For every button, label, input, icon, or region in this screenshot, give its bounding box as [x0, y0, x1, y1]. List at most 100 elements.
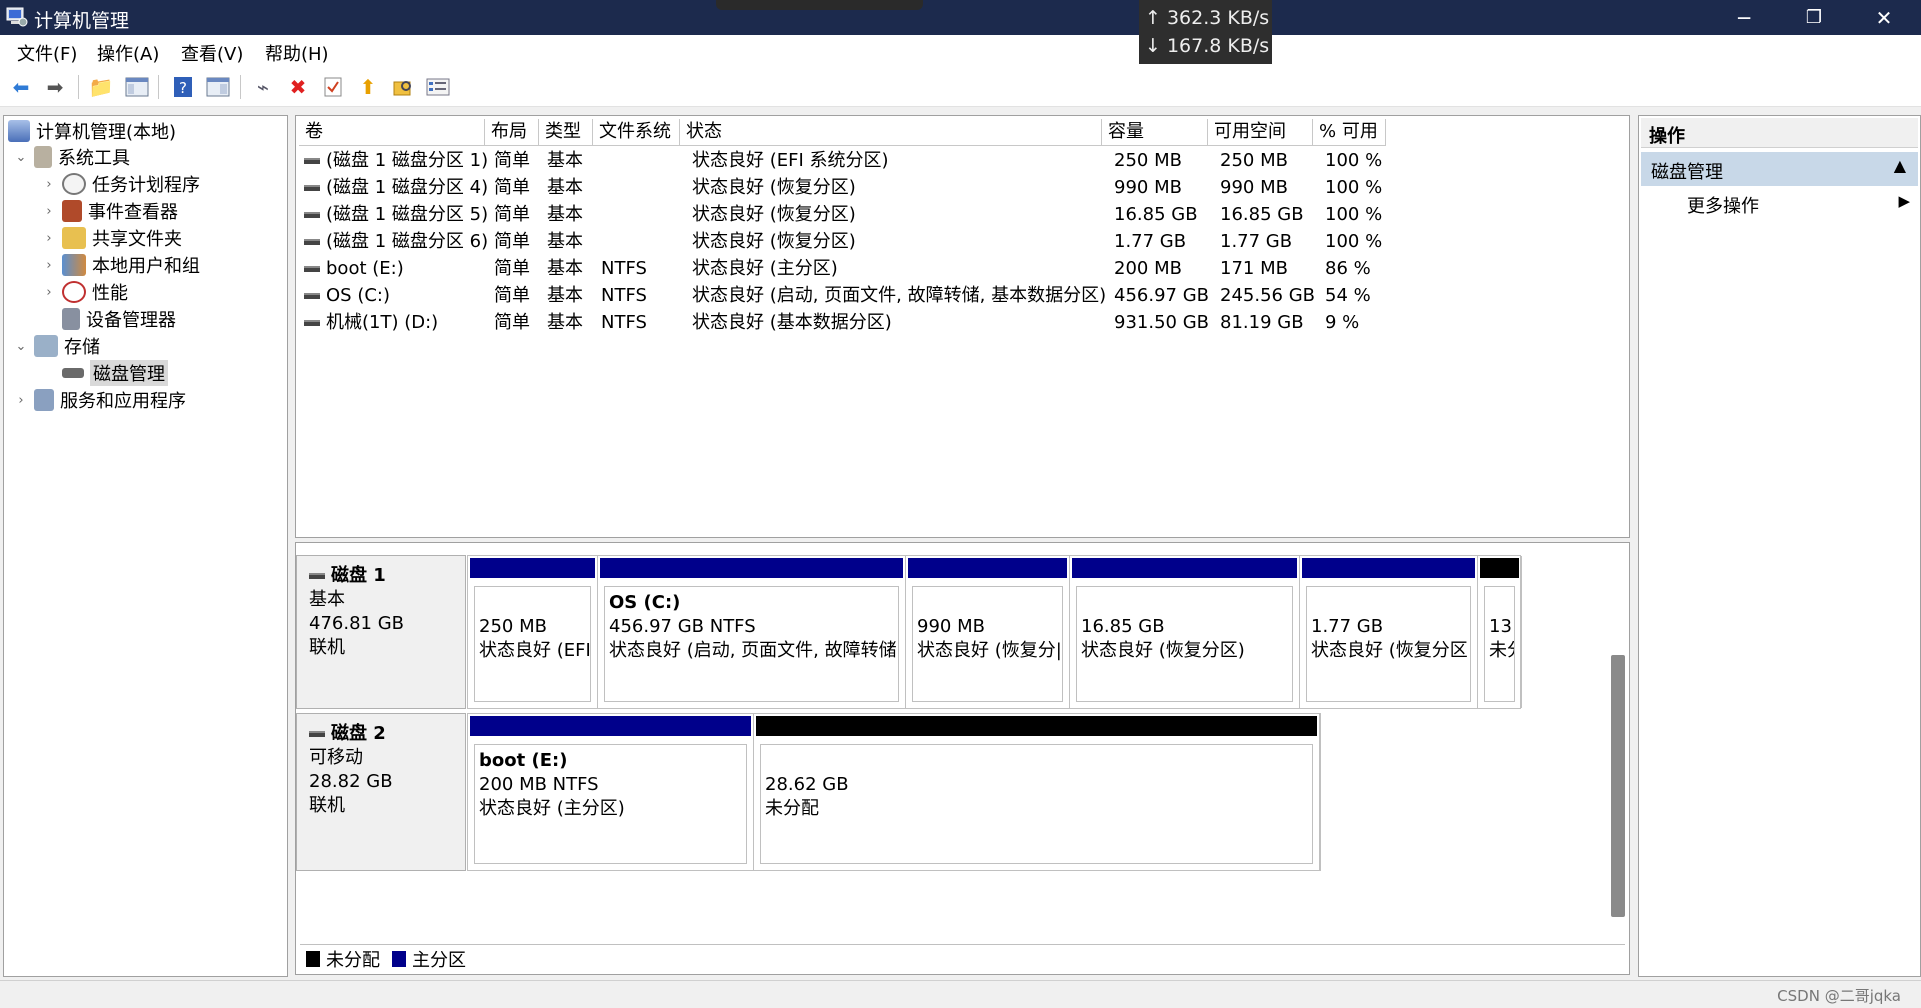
- partition-title: boot (E:): [479, 750, 568, 771]
- volume-row[interactable]: OS (C:) 简单 基本 NTFS 状态良好 (启动, 页面文件, 故障转储, 基本数…: [296, 282, 1626, 309]
- tree-disk-management[interactable]: 磁盘管理: [62, 360, 168, 386]
- column-header-volume[interactable]: 卷: [299, 119, 485, 146]
- legend: 未分配 主分区: [300, 944, 1625, 972]
- properties-icon[interactable]: [425, 74, 451, 100]
- volume-cell-text: 86 %: [1325, 258, 1371, 279]
- up-folder-icon[interactable]: 📁: [88, 74, 114, 100]
- folder-arrow-icon[interactable]: ⬆: [355, 74, 381, 100]
- tree-root[interactable]: 计算机管理(本地): [8, 118, 176, 144]
- column-header-status[interactable]: 状态: [680, 119, 1102, 146]
- tree-event-viewer[interactable]: › 事件查看器: [42, 198, 178, 224]
- volume-row[interactable]: (磁盘 1 磁盘分区 6) 简单 基本 状态良好 (恢复分区) 1.77 GB 1.77 …: [296, 228, 1626, 255]
- more-actions[interactable]: 更多操作: [1687, 192, 1759, 218]
- volume-cell: 100 %: [1325, 147, 1382, 174]
- shared-folder-icon: [62, 227, 86, 249]
- menu-file[interactable]: 文件(F): [17, 40, 77, 66]
- disk1-partition[interactable]: 250 MB 状态良好 (EFI: [468, 556, 598, 708]
- status-bar: CSDN @二哥jqka: [0, 980, 1921, 1008]
- tree-local-users[interactable]: › 本地用户和组: [42, 252, 200, 278]
- tree-device-manager[interactable]: 设备管理器: [62, 306, 176, 332]
- volume-row[interactable]: (磁盘 1 磁盘分区 1) 简单 基本 状态良好 (EFI 系统分区) 250 MB 25…: [296, 147, 1626, 174]
- disk1-info[interactable]: 磁盘 1 基本 476.81 GB 联机: [296, 555, 466, 709]
- tree-shared-folders[interactable]: › 共享文件夹: [42, 225, 182, 251]
- chevron-right-icon[interactable]: ›: [42, 204, 56, 219]
- partition-line1: 16.85 GB: [1081, 616, 1165, 637]
- volume-row[interactable]: 机械(1T) (D:) 简单 基本 NTFS 状态良好 (基本数据分区) 931.50 G…: [296, 309, 1626, 336]
- performance-icon: [62, 281, 86, 303]
- volume-cell-text: 931.50 GB: [1114, 312, 1210, 333]
- chevron-down-icon[interactable]: ⌄: [14, 339, 28, 354]
- volume-cell: 简单: [494, 228, 530, 255]
- partition-line2: 状态良好 (启动, 页面文件, 故障转储,: [609, 640, 899, 661]
- restore-icon: ❐: [1805, 7, 1823, 28]
- volume-cell: 简单: [494, 282, 530, 309]
- chevron-right-icon[interactable]: ›: [42, 231, 56, 246]
- chevron-right-icon[interactable]: ›: [42, 285, 56, 300]
- partition-bar: [908, 558, 1067, 578]
- disk1-partition[interactable]: 13 M 未分ā: [1478, 556, 1522, 708]
- disk2-info[interactable]: 磁盘 2 可移动 28.82 GB 联机: [296, 713, 466, 871]
- search-folder-icon[interactable]: [390, 74, 416, 100]
- volume-cell-text: boot (E:): [326, 258, 404, 279]
- volume-row[interactable]: (磁盘 1 磁盘分区 4) 简单 基本 状态良好 (恢复分区) 990 MB 990 MB…: [296, 174, 1626, 201]
- tree-label: 服务和应用程序: [60, 391, 186, 412]
- tree-system-tools[interactable]: ⌄ 系统工具: [14, 144, 130, 170]
- chevron-down-icon[interactable]: ⌄: [14, 150, 28, 165]
- chevron-right-icon[interactable]: ›: [42, 258, 56, 273]
- volume-cell: 状态良好 (主分区): [692, 255, 838, 282]
- disk1-partition[interactable]: 16.85 GB 状态良好 (恢复分区): [1070, 556, 1300, 708]
- connect-icon[interactable]: ⌁: [250, 74, 276, 100]
- toolbar-separator: [158, 75, 159, 99]
- maximize-button[interactable]: ❐: [1784, 0, 1844, 35]
- disk-graphical-view: 磁盘 1 基本 476.81 GB 联机 250 MB 状态良好 (EFI OS (…: [295, 542, 1630, 975]
- minimize-button[interactable]: ─: [1714, 0, 1774, 35]
- volume-row[interactable]: boot (E:) 简单 基本 NTFS 状态良好 (主分区) 200 MB 171 MB 8…: [296, 255, 1626, 282]
- disk1-partition[interactable]: 1.77 GB 状态良好 (恢复分区: [1300, 556, 1478, 708]
- actions-section-disk-management[interactable]: 磁盘管理 ▲: [1641, 152, 1918, 186]
- submenu-arrow-icon[interactable]: ▶: [1898, 192, 1910, 210]
- volume-cell-text: NTFS: [601, 258, 647, 279]
- disk2-partition[interactable]: 28.62 GB 未分配: [754, 714, 1320, 870]
- volume-cell: NTFS: [601, 282, 647, 309]
- volume-cell-text: 1.77 GB: [1220, 231, 1293, 252]
- back-icon[interactable]: ⬅: [8, 74, 34, 100]
- column-header-type[interactable]: 类型: [539, 119, 593, 146]
- forward-icon[interactable]: ➡: [42, 74, 68, 100]
- column-header-capacity[interactable]: 容量: [1102, 119, 1208, 146]
- column-header-percent[interactable]: % 可用: [1313, 119, 1386, 146]
- partition-title: [1311, 591, 1466, 615]
- delete-icon[interactable]: ✖: [285, 74, 311, 100]
- menu-help[interactable]: 帮助(H): [265, 40, 329, 66]
- check-icon[interactable]: [320, 74, 346, 100]
- collapse-up-icon[interactable]: ▲: [1894, 156, 1906, 175]
- volume-cell: 简单: [494, 309, 530, 336]
- chevron-right-icon[interactable]: ›: [14, 393, 28, 408]
- volume-cell: 简单: [494, 255, 530, 282]
- volume-cell: 245.56 GB: [1220, 282, 1315, 309]
- column-header-filesystem[interactable]: 文件系统: [593, 119, 680, 146]
- column-header-free[interactable]: 可用空间: [1208, 119, 1313, 146]
- disk1-partitions: 250 MB 状态良好 (EFI OS (C:) 456.97 GB NTFS 状态良好…: [467, 555, 1522, 709]
- help-icon[interactable]: ?: [170, 74, 196, 100]
- show-hide-icon[interactable]: [205, 74, 231, 100]
- menu-action[interactable]: 操作(A): [97, 40, 159, 66]
- partition-line1: 250 MB: [479, 616, 547, 637]
- tree-storage[interactable]: ⌄ 存储: [14, 333, 100, 359]
- disk1-partition[interactable]: 990 MB 状态良好 (恢复分|: [906, 556, 1070, 708]
- menu-view[interactable]: 查看(V): [181, 40, 243, 66]
- volume-row[interactable]: (磁盘 1 磁盘分区 5) 简单 基本 状态良好 (恢复分区) 16.85 GB 16.8…: [296, 201, 1626, 228]
- console-tree-icon[interactable]: [124, 74, 150, 100]
- tree-task-scheduler[interactable]: › 任务计划程序: [42, 171, 200, 197]
- chevron-right-icon[interactable]: ›: [42, 177, 56, 192]
- disk-icon: [309, 573, 325, 579]
- graphical-view-scrollbar[interactable]: [1611, 655, 1625, 917]
- partition-line1: 456.97 GB NTFS: [609, 616, 756, 637]
- disk1-partition[interactable]: OS (C:) 456.97 GB NTFS 状态良好 (启动, 页面文件, 故障转…: [598, 556, 906, 708]
- volume-cell: NTFS: [601, 309, 647, 336]
- column-header-layout[interactable]: 布局: [485, 119, 539, 146]
- disk2-state: 联机: [309, 795, 345, 816]
- tree-performance[interactable]: › 性能: [42, 279, 128, 305]
- tree-services-apps[interactable]: › 服务和应用程序: [14, 387, 186, 413]
- disk2-partition[interactable]: boot (E:) 200 MB NTFS 状态良好 (主分区): [468, 714, 754, 870]
- close-button[interactable]: ✕: [1854, 0, 1914, 35]
